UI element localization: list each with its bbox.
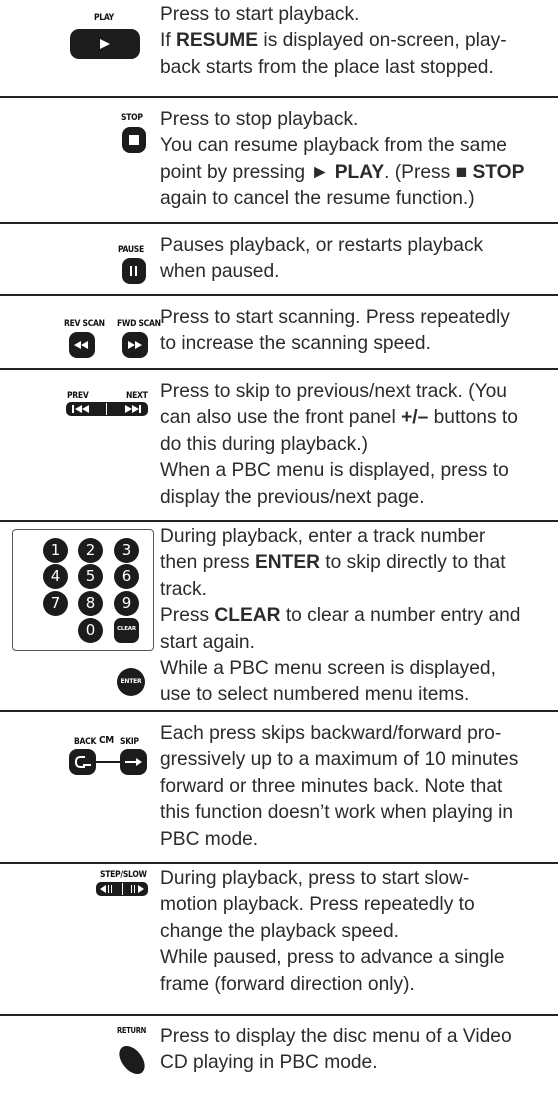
cm-skip-description: Each press skips backward/forward pro- g…: [160, 723, 519, 850]
numeric-row: 1 2 3 4 5 6 7 8 9 0 CLEAR ENTER During p…: [0, 522, 558, 710]
enter-button[interactable]: ENTER: [117, 668, 145, 696]
skip-label: SKIP: [120, 737, 139, 747]
numeric-description: During playback, enter a track number th…: [160, 526, 521, 706]
step-slow-button[interactable]: [96, 882, 148, 896]
enter-label: ENTER: [120, 678, 142, 685]
number-button-3[interactable]: 3: [114, 538, 139, 563]
number-button-5[interactable]: 5: [78, 564, 103, 589]
stop-description: Press to stop playback. You can resume p…: [160, 109, 525, 210]
return-label: RETURN: [117, 1026, 146, 1035]
numeric-keypad: 1 2 3 4 5 6 7 8 9 0 CLEAR: [12, 529, 154, 651]
rev-scan-label: REV SCAN: [64, 319, 105, 329]
number-button-9[interactable]: 9: [114, 591, 139, 616]
fwd-scan-button[interactable]: [122, 332, 148, 358]
scan-description: Press to start scanning. Press repeatedl…: [160, 307, 510, 355]
stop-label: STOP: [121, 113, 143, 123]
play-button[interactable]: [70, 29, 140, 59]
prev-next-button[interactable]: [66, 402, 148, 416]
rev-scan-button[interactable]: [69, 332, 95, 358]
prevnext-description: Press to skip to previous/next track. (Y…: [160, 381, 518, 508]
play-description: Press to start playback. If RESUME is di…: [160, 4, 507, 78]
stop-button[interactable]: [122, 127, 146, 153]
pause-label: PAUSE: [118, 245, 144, 255]
prev-label: PREV: [67, 391, 89, 401]
return-description: Press to display the disc menu of a Vide…: [160, 1026, 512, 1074]
clear-button[interactable]: CLEAR: [114, 618, 139, 643]
rewind-icon: [74, 341, 81, 349]
skip-button[interactable]: [120, 749, 147, 775]
step-slow-description: During playback, press to start slow- mo…: [160, 868, 505, 995]
fwd-scan-label: FWD SCAN: [117, 319, 161, 329]
step-forward-icon: [131, 885, 132, 893]
return-row: RETURN Press to display the disc menu of…: [0, 1016, 558, 1099]
next-label: NEXT: [126, 391, 148, 401]
prevnext-row: PREV NEXT Press to skip to previous/next…: [0, 370, 558, 520]
number-button-4[interactable]: 4: [43, 564, 68, 589]
number-button-2[interactable]: 2: [78, 538, 103, 563]
clear-label: CLEAR: [117, 626, 136, 632]
return-button[interactable]: [118, 1042, 146, 1078]
number-button-8[interactable]: 8: [78, 591, 103, 616]
play-row: PLAY Press to start playback. If RESUME …: [0, 0, 558, 96]
play-label: PLAY: [94, 13, 114, 23]
pause-icon: [130, 266, 132, 276]
cm-label: CM: [99, 735, 114, 746]
cm-skip-row: BACK CM SKIP Each press skips backward/f…: [0, 712, 558, 862]
skip-forward-icon: [125, 761, 136, 763]
number-button-6[interactable]: 6: [114, 564, 139, 589]
stop-icon: [129, 135, 139, 145]
play-icon: [100, 39, 110, 49]
return-shape-icon: [119, 1045, 145, 1075]
number-button-7[interactable]: 7: [43, 591, 68, 616]
back-button[interactable]: [69, 749, 96, 775]
fast-forward-icon: [128, 341, 135, 349]
pause-description: Pauses playback, or restarts playback wh…: [160, 235, 484, 283]
step-slow-row: STEP/SLOW During playback, press to star…: [0, 864, 558, 1014]
pause-button[interactable]: [122, 258, 146, 284]
back-icon: [75, 756, 85, 768]
number-button-0[interactable]: 0: [78, 618, 103, 643]
stop-row: STOP Press to stop playback. You can res…: [0, 98, 558, 222]
scan-row: REV SCAN FWD SCAN Press to start scannin…: [0, 296, 558, 368]
pause-row: PAUSE Pauses playback, or restarts playb…: [0, 224, 558, 294]
skip-previous-icon: [72, 405, 74, 413]
number-button-1[interactable]: 1: [43, 538, 68, 563]
step-slow-label: STEP/SLOW: [100, 870, 147, 880]
step-reverse-icon: [100, 885, 106, 893]
back-label: BACK: [74, 737, 97, 747]
skip-next-icon: [125, 405, 132, 413]
